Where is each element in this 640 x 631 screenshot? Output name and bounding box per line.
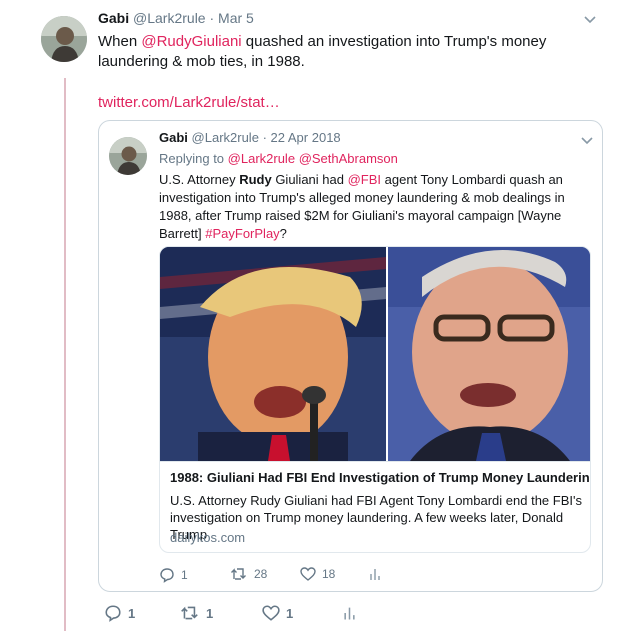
tweet-date[interactable]: 22 Apr 2018 [271, 130, 341, 145]
author-name[interactable]: Gabi [98, 10, 129, 26]
mention-link[interactable]: @RudyGiuliani [141, 33, 241, 50]
card-text[interactable]: 1988: Giuliani Had FBI End Investigation… [160, 461, 590, 552]
retweet-button[interactable]: 1 [180, 605, 213, 621]
analytics-button[interactable] [343, 605, 356, 621]
thread-line [64, 78, 66, 631]
author-handle[interactable]: @Lark2rule [133, 10, 206, 26]
chevron-down-icon[interactable] [584, 12, 596, 27]
reply-mention[interactable]: @Lark2rule [228, 151, 295, 166]
like-count: 1 [286, 605, 294, 621]
reply-button[interactable]: 1 [159, 567, 188, 583]
retweet-icon [180, 605, 200, 621]
author-handle[interactable]: @Lark2rule [192, 130, 259, 145]
reply-count: 1 [181, 568, 188, 582]
link-card[interactable]: 1988: Giuliani Had FBI End Investigation… [159, 246, 591, 553]
like-button[interactable]: 1 [262, 605, 293, 621]
reply-count: 1 [128, 605, 136, 621]
quoted-text-part: Giuliani had [271, 172, 348, 187]
analytics-icon [369, 567, 381, 581]
reply-icon [104, 604, 122, 622]
heart-icon [262, 605, 280, 621]
retweet-count: 28 [254, 567, 268, 581]
analytics-icon [343, 605, 356, 621]
hashtag-link[interactable]: #PayForPlay [205, 226, 279, 241]
card-domain: dailykos.com [170, 530, 246, 545]
quoted-header: Gabi @Lark2rule · 22 Apr 2018 [159, 130, 341, 145]
tweet-date[interactable]: Mar 5 [218, 10, 254, 26]
author-name[interactable]: Gabi [159, 130, 188, 145]
replying-label: Replying to [159, 151, 228, 166]
tweet-header: Gabi @Lark2rule · Mar 5 [98, 10, 254, 26]
reply-button[interactable]: 1 [104, 604, 135, 622]
avatar[interactable] [41, 16, 87, 62]
like-count: 18 [322, 567, 336, 581]
mention-link[interactable]: @FBI [348, 172, 381, 187]
tweet-link[interactable]: twitter.com/Lark2rule/stat… [98, 94, 280, 111]
tweet-text: When @RudyGiuliani quashed an investigat… [98, 32, 618, 72]
chevron-down-icon[interactable] [581, 133, 593, 148]
avatar[interactable] [109, 137, 147, 175]
separator: · [262, 130, 267, 145]
reply-icon [159, 567, 175, 583]
retweet-button[interactable]: 28 [230, 567, 267, 581]
retweet-count: 1 [206, 605, 214, 621]
analytics-button[interactable] [369, 567, 381, 581]
heart-icon [300, 567, 316, 581]
quoted-text-part: U.S. Attorney [159, 172, 240, 187]
card-image[interactable] [160, 247, 590, 461]
quoted-tweet[interactable]: Gabi @Lark2rule · 22 Apr 2018 Replying t… [98, 120, 603, 592]
quoted-text-part: ? [279, 226, 287, 241]
card-title[interactable]: 1988: Giuliani Had FBI End Investigation… [170, 470, 590, 485]
like-button[interactable]: 18 [300, 567, 335, 581]
quoted-text: U.S. Attorney Rudy Giuliani had @FBI age… [159, 171, 589, 243]
separator: · [209, 10, 215, 26]
retweet-icon [230, 567, 248, 581]
reply-mention[interactable]: @SethAbramson [299, 151, 398, 166]
quoted-text-bold: Rudy [239, 172, 272, 187]
replying-to: Replying to @Lark2rule @SethAbramson [159, 151, 398, 166]
tweet-text-part: When [98, 33, 142, 50]
